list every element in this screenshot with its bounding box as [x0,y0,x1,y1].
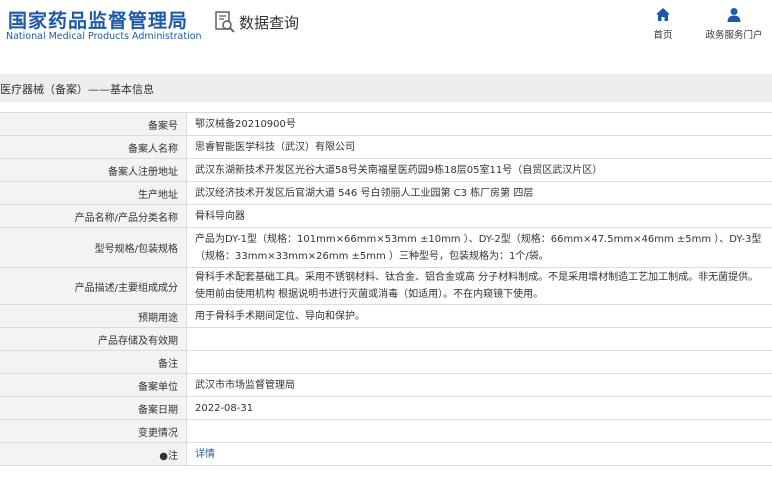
site-header: 国家药品监督管理局 National Medical Products Admi… [0,0,772,62]
row-label: 备案单位 [0,374,186,396]
row-label: 备案日期 [0,397,186,419]
row-label: 产品存储及有效期 [0,328,186,350]
row-value: 骨科手术配套基础工具。采用不锈钢材料、钛合金、铝合金或高 分子材料制成。不是采用… [186,268,772,304]
home-icon [656,8,670,21]
row-label: 型号规格/包装规格 [0,228,186,267]
data-query-title: 数据查询 [215,10,299,34]
row-label: 备案人名称 [0,136,186,158]
nav-home-label: 首页 [653,30,673,41]
table-row: 备案单位 武汉市市场监督管理局 [0,374,772,397]
row-value: 2022-08-31 [186,397,772,419]
table-row: 生产地址 武汉经济技术开发区后官湖大道 546 号白领丽人工业园第 C3 栋厂房… [0,182,772,205]
row-value: 用于骨科手术期间定位、导向和保护。 [186,305,772,327]
row-label: 预期用途 [0,305,186,327]
row-label: 产品描述/主要组成成分 [0,268,186,304]
row-label: 备注 [0,351,186,373]
table-row: 产品存储及有效期 [0,328,772,351]
search-document-icon [215,11,235,33]
detail-table: 备案号 鄂汉械备20210900号 备案人名称 思睿智能医学科技（武汉）有限公司… [0,112,772,466]
row-label: 产品名称/产品分类名称 [0,205,186,227]
row-value [186,328,772,350]
table-row: 产品描述/主要组成成分 骨科手术配套基础工具。采用不锈钢材料、钛合金、铝合金或高… [0,268,772,305]
row-value: 武汉东湖新技术开发区光谷大道58号关南福星医药园9栋18层05室11号（自贸区武… [186,159,772,181]
row-value: 骨科导向器 [186,205,772,227]
table-row: 备案日期 2022-08-31 [0,397,772,420]
row-value: 思睿智能医学科技（武汉）有限公司 [186,136,772,158]
row-label: 变更情况 [0,420,186,442]
row-label: 生产地址 [0,182,186,204]
data-query-label: 数据查询 [239,13,300,32]
row-value: 详情 [186,443,772,465]
table-row: 产品名称/产品分类名称 骨科导向器 [0,205,772,228]
logo-chinese[interactable]: 国家药品监督管理局 [8,6,188,33]
nav-home[interactable]: 首页 [648,7,678,41]
nav-service-portal[interactable]: 政务服务门户 [700,7,768,41]
details-link[interactable]: 详情 [195,446,215,463]
table-row: 型号规格/包装规格 产品为DY-1型（规格：101mm×66mm×53mm ±1… [0,228,772,268]
table-row: 备案号 鄂汉械备20210900号 [0,113,772,136]
table-row: 变更情况 [0,420,772,443]
row-value: 武汉市市场监督管理局 [186,374,772,396]
table-row: 备案人注册地址 武汉东湖新技术开发区光谷大道58号关南福星医药园9栋18层05室… [0,159,772,182]
user-icon [727,8,741,22]
row-value [186,420,772,442]
logo-english: National Medical Products Administration [6,31,202,42]
breadcrumb-text: 医疗器械（备案）——基本信息 [0,83,154,96]
row-value: 产品为DY-1型（规格：101mm×66mm×53mm ±10mm ）、DY-2… [186,228,772,267]
row-value: 鄂汉械备20210900号 [186,113,772,135]
row-value [186,351,772,373]
table-row: ●注 详情 [0,443,772,466]
breadcrumb: 医疗器械（备案）——基本信息 [0,74,772,102]
table-row: 备注 [0,351,772,374]
row-label: 备案号 [0,113,186,135]
row-value: 武汉经济技术开发区后官湖大道 546 号白领丽人工业园第 C3 栋厂房第 四层 [186,182,772,204]
row-label: ●注 [0,443,186,465]
table-row: 备案人名称 思睿智能医学科技（武汉）有限公司 [0,136,772,159]
row-label: 备案人注册地址 [0,159,186,181]
table-row: 预期用途 用于骨科手术期间定位、导向和保护。 [0,305,772,328]
nav-service-portal-label: 政务服务门户 [705,30,763,41]
